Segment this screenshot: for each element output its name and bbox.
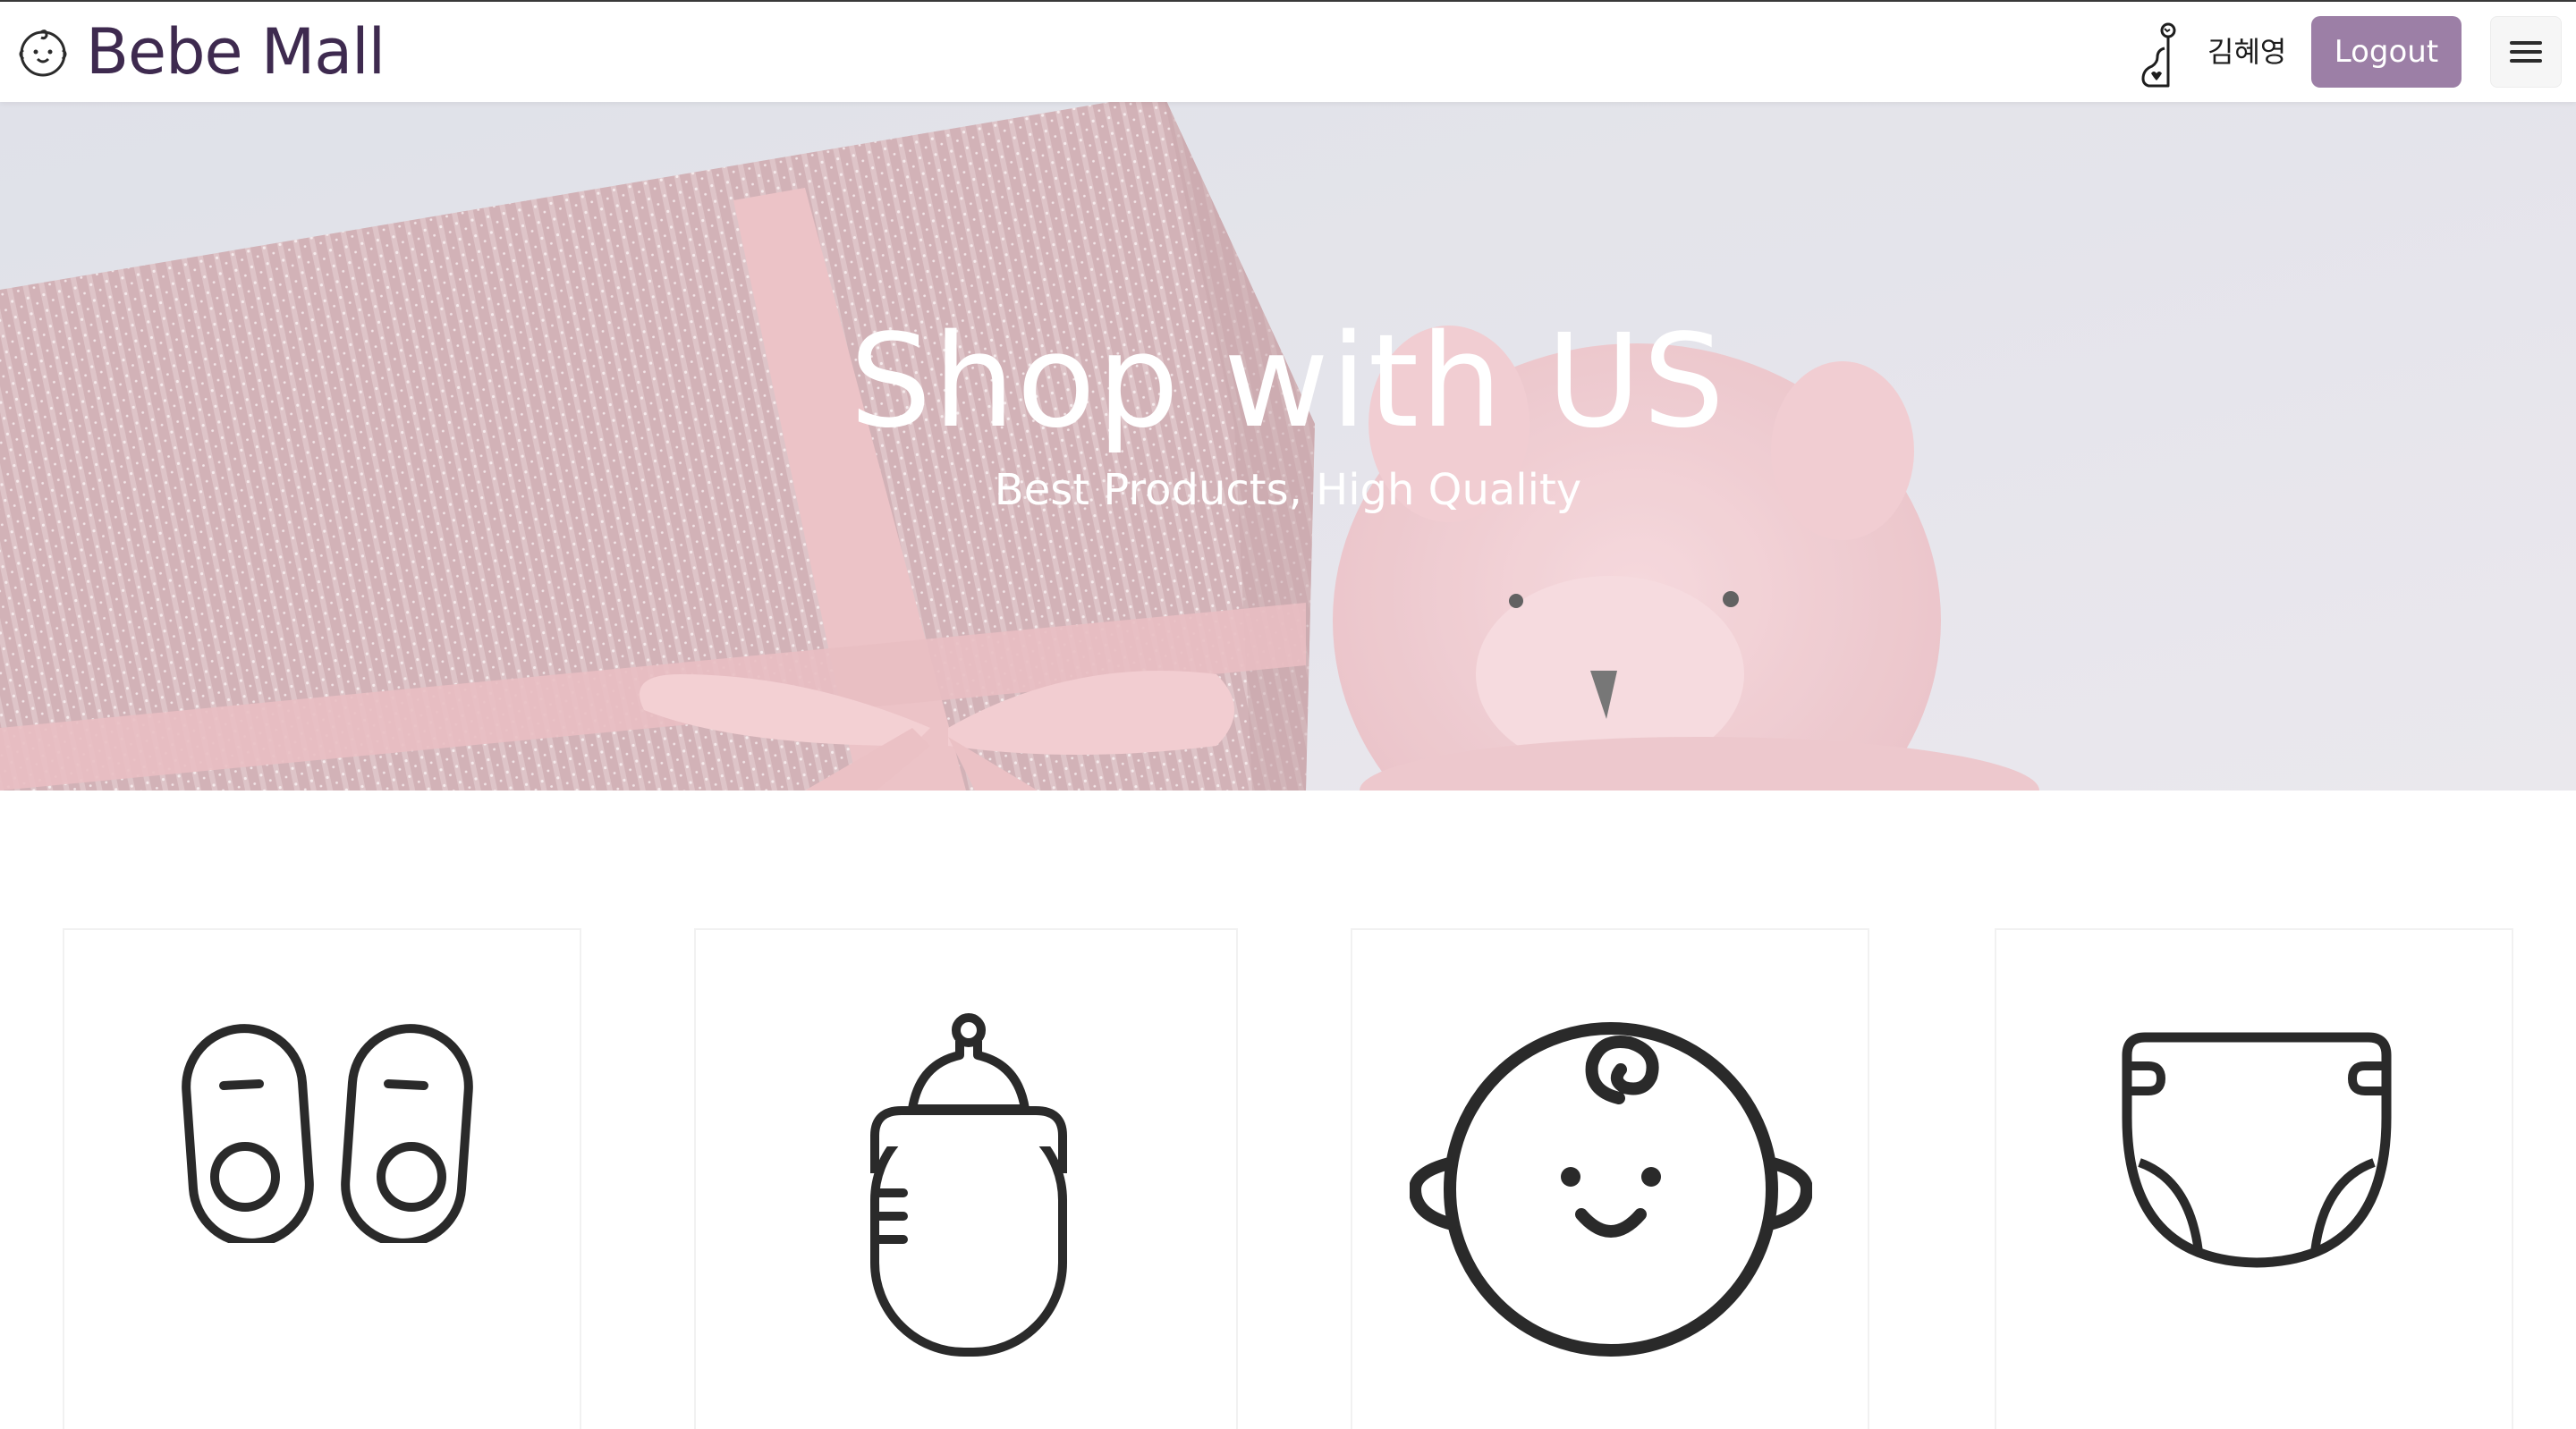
hero-banner: Shop with US Best Products, High Quality [0,102,2576,791]
hero-subtitle: Best Products, High Quality [994,465,1582,515]
hero-title: Shop with US [849,306,1727,456]
category-card-diaper[interactable] [1995,928,2513,1429]
category-card-shoes[interactable] [63,928,581,1429]
menu-button[interactable] [2490,16,2562,88]
user-name: 김혜영 [2207,35,2287,69]
baby-bottle-icon [870,1013,1067,1357]
baby-face-icon [1410,1022,1812,1357]
logout-button[interactable]: Logout [2311,16,2462,88]
category-card-bottle[interactable] [694,928,1238,1429]
diaper-icon [2122,1032,2392,1268]
brand-name: Bebe Mall [86,15,386,89]
category-card-baby[interactable] [1351,928,1869,1429]
baby-shoes-icon [182,1024,473,1243]
category-list [0,912,2576,1429]
parent-baby-icon[interactable] [2138,21,2182,89]
baby-face-icon [19,30,67,77]
hamburger-icon [2510,41,2542,63]
brand-link[interactable]: Bebe Mall [14,15,386,89]
navbar: Bebe Mall 김혜영 Logout [0,2,2576,102]
